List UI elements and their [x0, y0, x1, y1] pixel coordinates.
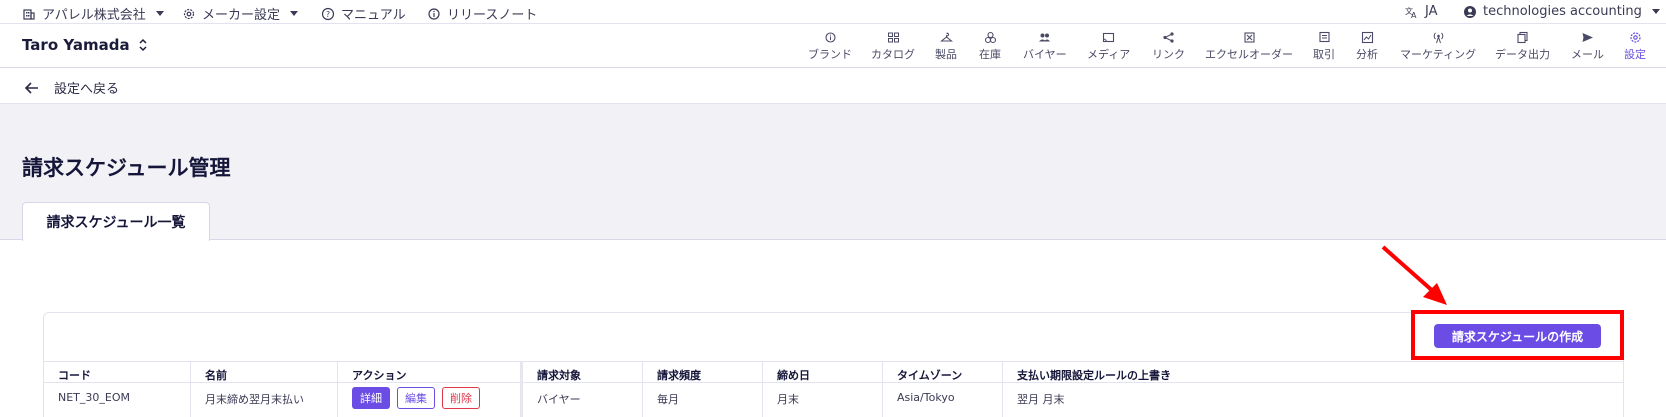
boxes-icon [984, 31, 996, 44]
info-icon [428, 7, 440, 20]
company-name: アパレル株式会社 [42, 8, 146, 23]
language-label: JA [1425, 4, 1438, 19]
delete-button[interactable]: 削除 [442, 387, 480, 409]
gear-icon [183, 8, 195, 19]
nav-excel-order-label: エクセルオーダー [1205, 48, 1293, 61]
nav-analytics-label: 分析 [1356, 48, 1378, 61]
caret-down-icon [1651, 9, 1660, 14]
hanger-icon [939, 32, 953, 42]
translate-icon: 文A [1405, 6, 1417, 19]
gear-icon [1629, 32, 1641, 43]
nav-mail[interactable]: メール [1571, 31, 1604, 62]
account-name: technologies accounting [1483, 4, 1642, 19]
nav-links-label: リンク [1152, 48, 1185, 61]
info-icon [824, 32, 836, 43]
maker-settings-menu[interactable]: メーカー設定 [182, 4, 299, 23]
receipt-icon [1318, 31, 1330, 43]
language-selector[interactable]: 文A JA [1405, 4, 1438, 19]
nav-marketing[interactable]: マーケティング [1400, 31, 1476, 62]
nav-brand-label: ブランド [808, 48, 852, 61]
caret-down-icon [155, 11, 164, 16]
page-title: 請求スケジュール管理 [22, 156, 231, 180]
nav-catalog-label: カタログ [871, 48, 915, 61]
catalog-icon [887, 32, 899, 43]
nav-products-label: 製品 [935, 48, 957, 61]
account-icon [1464, 5, 1476, 18]
company-selector[interactable]: アパレル株式会社 [22, 4, 164, 23]
header-timezone: タイムゾーン [897, 369, 963, 382]
header-code: コード [58, 369, 91, 382]
copy-icon [1517, 31, 1528, 44]
back-label: 設定へ戻る [54, 82, 120, 97]
nav-products[interactable]: 製品 [935, 31, 957, 62]
row-frequency: 毎月 [657, 393, 679, 406]
table-row: NET_30_EOM 月末締め翌月末払い 詳細 編集 削除 バイヤー 毎月 月末… [44, 383, 1623, 413]
nav-marketing-label: マーケティング [1400, 48, 1477, 61]
nav-settings[interactable]: 設定 [1624, 31, 1646, 62]
antenna-icon [1433, 32, 1443, 44]
chart-icon [1361, 31, 1373, 44]
manual-link[interactable]: ? マニュアル [321, 4, 406, 23]
header-frequency: 請求頻度 [657, 369, 701, 382]
send-icon [1582, 33, 1593, 42]
maker-settings-label: メーカー設定 [202, 8, 281, 23]
nav-transactions[interactable]: 取引 [1313, 31, 1335, 62]
nav-buyers-label: バイヤー [1023, 48, 1067, 61]
nav-excel-order[interactable]: エクセルオーダー [1205, 31, 1293, 62]
annotation-arrow [1381, 245, 1447, 305]
header-target: 請求対象 [537, 369, 581, 382]
nav-media[interactable]: メディア [1087, 31, 1130, 62]
table-header: コード 名前 アクション 請求対象 請求頻度 締め日 タイムゾーン 支払い期限設… [44, 361, 1623, 383]
nav-inventory-label: 在庫 [979, 48, 1001, 61]
nav-brand[interactable]: ブランド [808, 31, 852, 62]
excel-icon [1243, 32, 1255, 43]
row-timezone: Asia/Tokyo [897, 391, 955, 404]
help-icon: ? [321, 7, 335, 20]
row-target: バイヤー [537, 393, 581, 406]
detail-button[interactable]: 詳細 [352, 387, 390, 409]
nav-mail-label: メール [1571, 48, 1604, 61]
header-closing-day: 締め日 [777, 369, 810, 382]
user-name: Taro Yamada [22, 36, 130, 54]
release-notes-label: リリースノート [447, 8, 538, 23]
row-override: 翌月 月末 [1017, 393, 1065, 406]
back-row: 設定へ戻る [0, 68, 1666, 104]
create-billing-schedule-button[interactable]: 請求スケジュールの作成 [1434, 324, 1601, 348]
back-to-settings-link[interactable]: 設定へ戻る [24, 78, 119, 97]
row-closing-day: 月末 [777, 393, 799, 406]
nav-analytics[interactable]: 分析 [1356, 31, 1378, 62]
user-switcher[interactable]: Taro Yamada [22, 36, 148, 54]
nav-buyers[interactable]: バイヤー [1023, 31, 1067, 62]
header-action: アクション [352, 369, 407, 382]
nav-transactions-label: 取引 [1313, 48, 1335, 61]
nav-media-label: メディア [1087, 48, 1131, 61]
account-menu[interactable]: technologies accounting [1463, 4, 1660, 19]
header-override: 支払い期限設定ルールの上書き [1017, 369, 1171, 382]
top-bar: アパレル株式会社 メーカー設定 ? マニュアル リリースノート 文A JA te… [0, 0, 1666, 24]
cast-icon [1103, 32, 1115, 43]
svg-text:?: ? [326, 10, 330, 19]
nav-data-export[interactable]: データ出力 [1495, 31, 1550, 62]
page-header: 請求スケジュール管理 請求スケジュール一覧 [0, 104, 1666, 241]
nav-links[interactable]: リンク [1152, 31, 1185, 62]
row-name: 月末締め翌月末払い [205, 393, 304, 406]
tab-billing-schedule-list[interactable]: 請求スケジュール一覧 [22, 202, 210, 241]
people-icon [1039, 33, 1051, 42]
building-icon [23, 8, 35, 20]
share-icon [1163, 32, 1174, 43]
edit-button[interactable]: 編集 [397, 387, 435, 409]
main-nav: Taro Yamada ブランド カタログ 製品 在庫 バイヤー メディア リン… [0, 24, 1666, 68]
manual-label: マニュアル [341, 8, 406, 23]
caret-down-icon [290, 11, 299, 16]
row-code: NET_30_EOM [58, 391, 130, 404]
nav-catalog[interactable]: カタログ [871, 31, 915, 62]
nav-settings-label: 設定 [1624, 48, 1646, 61]
release-notes-link[interactable]: リリースノート [427, 4, 537, 23]
chevron-updown-icon [139, 38, 147, 52]
arrow-left-icon [24, 81, 38, 94]
svg-text:A: A [1411, 11, 1417, 19]
nav-data-export-label: データ出力 [1495, 48, 1550, 61]
nav-inventory[interactable]: 在庫 [979, 31, 1001, 62]
header-name: 名前 [205, 369, 227, 382]
